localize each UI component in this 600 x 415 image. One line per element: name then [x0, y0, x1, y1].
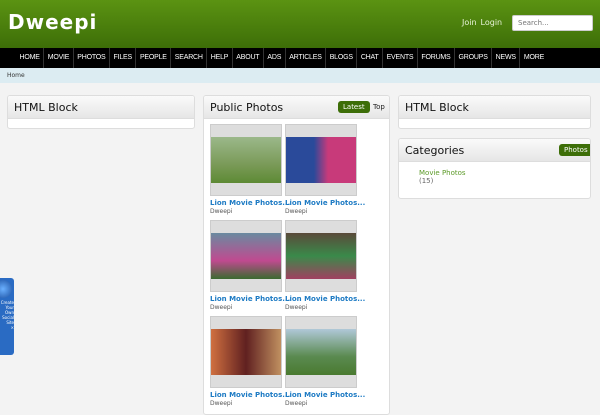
nav-search[interactable]: SEARCH [170, 48, 206, 68]
nav-articles[interactable]: ARTICLES [284, 48, 326, 68]
photo-author[interactable]: Dweepi [285, 208, 357, 215]
nav-news[interactable]: NEWS [491, 48, 519, 68]
photo-thumbnail[interactable] [285, 124, 357, 196]
photo-tile[interactable]: Lion Movie Photos... Dweepi [210, 316, 290, 407]
photo-author[interactable]: Dweepi [210, 304, 282, 311]
nav-files[interactable]: FILES [109, 48, 135, 68]
tab-top[interactable]: Top [373, 103, 385, 111]
public-photos-block: Public Photos Latest Top Lion Movie Phot… [203, 95, 390, 415]
block-title: HTML Block [14, 101, 78, 114]
photo-title[interactable]: Lion Movie Photos... [285, 199, 365, 207]
nav-about[interactable]: ABOUT [231, 48, 263, 68]
nav-movie[interactable]: MOVIE [43, 48, 73, 68]
join-link[interactable]: Join [462, 18, 477, 27]
photo-title[interactable]: Lion Movie Photos... [210, 295, 290, 303]
photo-tile[interactable]: Lion Movie Photos... Dweepi [285, 124, 365, 215]
header: Dweepi Join Login [0, 0, 600, 48]
left-html-block: HTML Block [7, 95, 195, 129]
photo-title[interactable]: Lion Movie Photos... [210, 391, 290, 399]
nav-more[interactable]: MORE [519, 48, 547, 68]
photo-author[interactable]: Dweepi [210, 208, 282, 215]
photo-thumbnail[interactable] [285, 316, 357, 388]
photo-thumbnail[interactable] [285, 220, 357, 292]
block-title: Public Photos [210, 101, 284, 114]
breadcrumb[interactable]: Home [0, 68, 600, 83]
main-nav: HOME MOVIE PHOTOS FILES PEOPLE SEARCH HELP ABOU… [0, 48, 600, 68]
nav-ads[interactable]: ADS [262, 48, 285, 68]
photo-author[interactable]: Dweepi [210, 400, 282, 407]
photo-title[interactable]: Lion Movie Photos... [285, 295, 365, 303]
photo-thumbnail[interactable] [210, 124, 282, 196]
badge-text: Create Your Own Social Site [0, 300, 14, 325]
nav-home[interactable]: HOME [16, 48, 43, 68]
photos-button[interactable]: Photos [559, 144, 590, 156]
category-count: (15) [419, 177, 434, 185]
photo-title[interactable]: Lion Movie Photos... [285, 391, 365, 399]
photo-title[interactable]: Lion Movie Photos... [210, 199, 290, 207]
nav-chat[interactable]: CHAT [356, 48, 382, 68]
nav-people[interactable]: PEOPLE [135, 48, 170, 68]
tab-latest[interactable]: Latest [338, 101, 370, 113]
nav-photos[interactable]: PHOTOS [72, 48, 109, 68]
nav-groups[interactable]: GROUPS [454, 48, 491, 68]
photo-thumbnail[interactable] [210, 316, 282, 388]
login-link[interactable]: Login [481, 18, 503, 27]
create-site-badge[interactable]: Create Your Own Social Site × [0, 278, 14, 355]
photo-tile[interactable]: Lion Movie Photos... Dweepi [285, 220, 365, 311]
photo-tile[interactable]: Lion Movie Photos... Dweepi [210, 124, 290, 215]
nav-events[interactable]: EVENTS [382, 48, 417, 68]
category-link[interactable]: Movie Photos [419, 169, 590, 177]
globe-icon [0, 280, 12, 298]
nav-forums[interactable]: FORUMS [416, 48, 454, 68]
photo-tile[interactable]: Lion Movie Photos... Dweepi [210, 220, 290, 311]
close-icon[interactable]: × [0, 325, 14, 330]
logo[interactable]: Dweepi [8, 10, 97, 34]
photo-author[interactable]: Dweepi [285, 304, 357, 311]
block-title: Categories [405, 144, 465, 157]
nav-blogs[interactable]: BLOGS [325, 48, 356, 68]
photo-author[interactable]: Dweepi [285, 400, 357, 407]
auth-links: Join Login [462, 18, 506, 27]
search-input[interactable] [512, 15, 593, 31]
nav-help[interactable]: HELP [206, 48, 232, 68]
photo-thumbnail[interactable] [210, 220, 282, 292]
block-title: HTML Block [405, 101, 469, 114]
right-html-block: HTML Block [398, 95, 591, 129]
photo-tile[interactable]: Lion Movie Photos... Dweepi [285, 316, 365, 407]
categories-block: Categories Photos Movie Photos (15) [398, 138, 591, 199]
